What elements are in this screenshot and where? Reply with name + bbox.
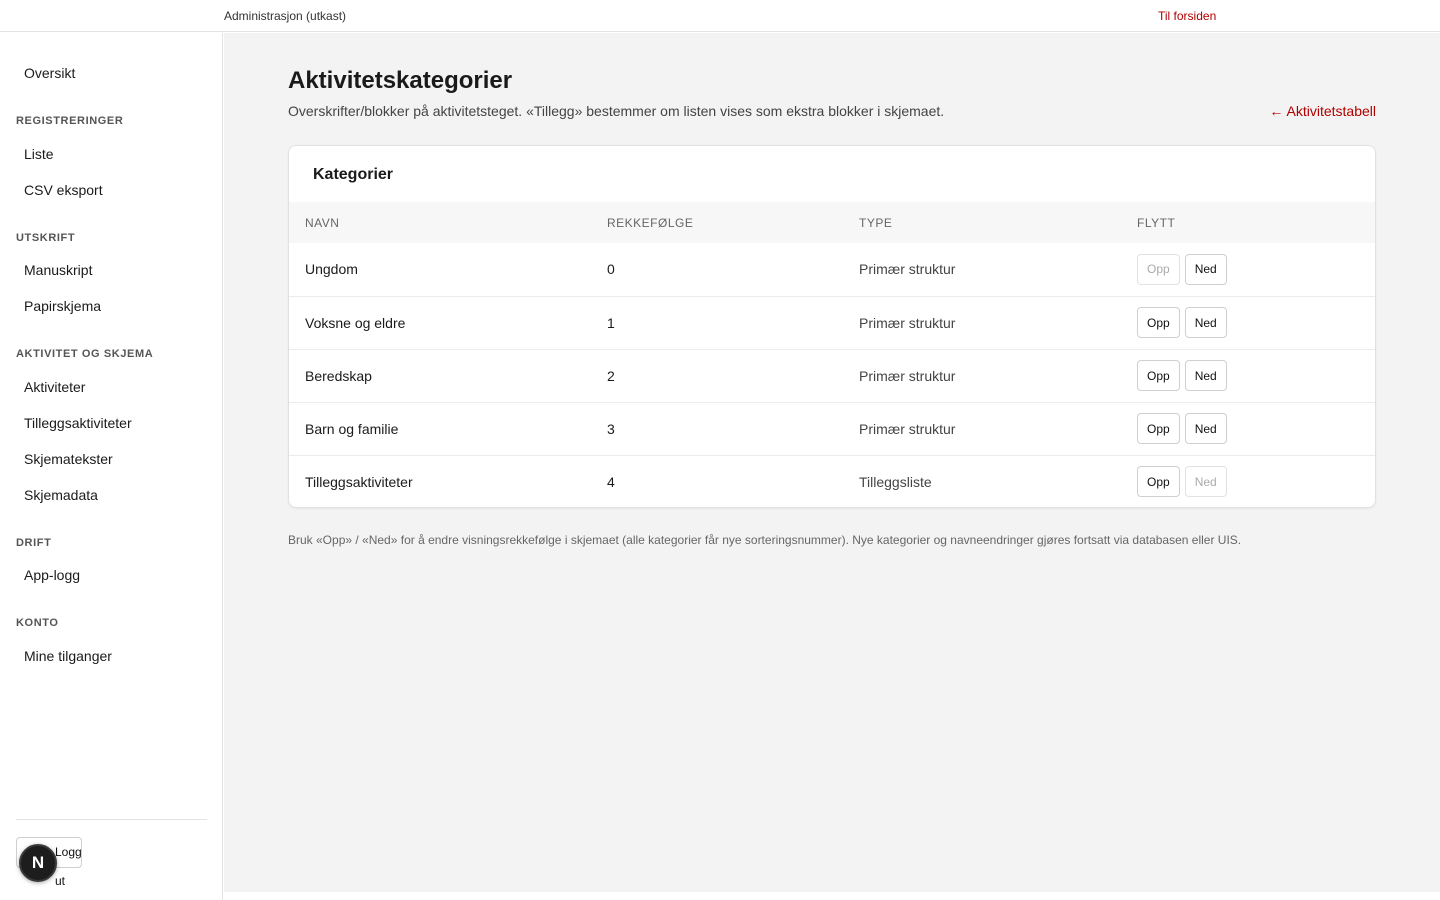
table-row: Beredskap 2 Primær struktur Opp Ned xyxy=(289,349,1375,402)
sidebar-section-drift: DRIFT xyxy=(16,537,52,549)
column-header-type: TYPE xyxy=(859,215,893,230)
sidebar-item-skjematekster[interactable]: Skjematekster xyxy=(24,451,113,467)
move-up-button[interactable]: Opp xyxy=(1137,307,1180,338)
app-title: Administrasjon (utkast) xyxy=(224,9,347,23)
sidebar-item-manuskript[interactable]: Manuskript xyxy=(24,262,92,278)
table-row: Voksne og eldre 1 Primær struktur Opp Ned xyxy=(289,296,1375,349)
category-order: 0 xyxy=(607,261,615,278)
category-type: Primær struktur xyxy=(859,314,956,331)
sidebar-item-csv-eksport[interactable]: CSV eksport xyxy=(24,182,103,198)
sidebar-item-liste[interactable]: Liste xyxy=(24,146,54,162)
dev-badge-letter: N xyxy=(31,853,45,872)
move-cell: Opp Ned xyxy=(1121,296,1375,349)
column-header-move: FLYTT xyxy=(1137,215,1176,230)
move-down-button[interactable]: Ned xyxy=(1184,307,1227,338)
category-order: 3 xyxy=(607,420,615,437)
sidebar-item-skjemadata[interactable]: Skjemadata xyxy=(24,487,98,503)
page-title: Aktivitetskategorier xyxy=(288,67,513,94)
sidebar-item-oversikt[interactable]: Oversikt xyxy=(24,65,75,81)
table-row: Ungdom 0 Primær struktur Opp Ned xyxy=(289,243,1375,296)
card-title: Kategorier xyxy=(313,166,394,183)
move-down-button[interactable]: Ned xyxy=(1184,253,1227,285)
sidebar-item-tilleggsaktiviteter[interactable]: Tilleggsaktiviteter xyxy=(24,415,132,431)
category-name: Ungdom xyxy=(305,261,358,278)
category-type: Tilleggsliste xyxy=(859,473,932,490)
move-up-button[interactable]: Opp xyxy=(1137,466,1180,498)
category-name: Tilleggsaktiviteter xyxy=(305,473,413,490)
category-order: 4 xyxy=(607,473,615,490)
move-cell: Opp Ned xyxy=(1121,243,1375,296)
table-row: Tilleggsaktiviteter 4 Tilleggsliste Opp Ned xyxy=(289,455,1375,507)
move-up-button[interactable]: Opp xyxy=(1137,413,1180,444)
sidebar-section-aktivitet-og-skjema: AKTIVITET OG SKJEMA xyxy=(16,348,154,360)
move-cell: Opp Ned xyxy=(1121,455,1375,507)
category-order: 1 xyxy=(607,314,615,331)
sidebar-item-app-logg[interactable]: App-logg xyxy=(24,567,80,583)
sidebar-item-mine-tilganger[interactable]: Mine tilganger xyxy=(24,648,112,664)
move-cell: Opp Ned xyxy=(1121,402,1375,455)
category-name: Voksne og eldre xyxy=(305,314,406,331)
category-type: Primær struktur xyxy=(859,420,956,437)
sidebar: Oversikt REGISTRERINGER Liste CSV ekspor… xyxy=(0,33,223,900)
sidebar-item-aktiviteter[interactable]: Aktiviteter xyxy=(24,379,85,395)
activity-table-link[interactable]: ← Aktivitetstabell xyxy=(1269,103,1376,119)
sidebar-section-utskrift: UTSKRIFT xyxy=(16,232,76,244)
table-body: Ungdom 0 Primær struktur Opp Ned Voksne og el… xyxy=(289,243,1375,507)
move-up-button: Opp xyxy=(1137,253,1180,285)
table-header-row: NAVN REKKEFØLGE TYPE FLYTT xyxy=(289,202,1375,243)
category-type: Primær struktur xyxy=(859,367,956,384)
top-bar: Administrasjon (utkast) Til forsiden xyxy=(0,0,1440,32)
dev-badge-icon[interactable]: N xyxy=(19,844,57,882)
move-up-button[interactable]: Opp xyxy=(1137,360,1180,391)
move-down-button[interactable]: Ned xyxy=(1184,360,1227,391)
sidebar-divider xyxy=(16,819,207,820)
main-content: Aktivitetskategorier Overskrifter/blokke… xyxy=(224,33,1440,892)
sidebar-section-registreringer: REGISTRERINGER xyxy=(16,115,124,127)
home-link[interactable]: Til forsiden xyxy=(1158,9,1216,23)
category-order: 2 xyxy=(607,367,615,384)
category-name: Barn og familie xyxy=(305,420,399,437)
category-name: Beredskap xyxy=(305,367,372,384)
category-type: Primær struktur xyxy=(859,261,956,278)
table-row: Barn og familie 3 Primær struktur Opp Ned xyxy=(289,402,1375,455)
column-header-name: NAVN xyxy=(305,215,340,230)
categories-table: NAVN REKKEFØLGE TYPE FLYTT Ungdom 0 Primær… xyxy=(289,202,1375,507)
sidebar-item-papirskjema[interactable]: Papirskjema xyxy=(24,298,101,314)
move-cell: Opp Ned xyxy=(1121,349,1375,402)
page-subtitle: Overskrifter/blokker på aktivitetsteget.… xyxy=(288,103,945,119)
move-down-button: Ned xyxy=(1184,466,1227,498)
move-down-button[interactable]: Ned xyxy=(1184,413,1227,444)
categories-card: Kategorier NAVN REKKEFØLGE TYPE FLYTT Un… xyxy=(288,145,1376,508)
column-header-order: REKKEFØLGE xyxy=(607,215,694,230)
footnote: Bruk «Opp» / «Ned» for å endre visningsr… xyxy=(288,533,1242,547)
sidebar-section-konto: KONTO xyxy=(16,617,59,629)
